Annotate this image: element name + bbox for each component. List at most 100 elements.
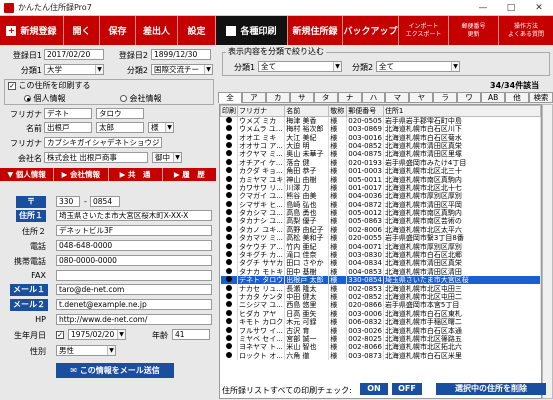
print-dot-icon[interactable] [225,158,232,165]
birth-check[interactable]: ✓ [56,330,64,339]
tab-kana[interactable]: 全 [218,92,242,103]
print-dot-icon[interactable] [225,125,232,132]
table-row[interactable]: オクヤマ ミ... 奥山 未華子様 004-0875 北海道札幌市清田区里塚 [220,150,541,159]
send-mail-button[interactable]: ✉ この情報をメール送信 [56,363,174,378]
print-dot-icon[interactable] [225,351,232,358]
table-row[interactable]: ヨネヤマ ト... 米山 智也様 002-8066 北海道札幌市北区拓北六 [220,343,541,352]
table-row[interactable]: カクダ キョ... 角田 恭子様 001-0003 北海道札幌市北区北三十 [220,166,541,176]
fax-field[interactable] [56,270,212,281]
print-dot-icon[interactable] [225,318,232,325]
sex-select[interactable]: 男性 ▼ [56,345,116,356]
print-dot-icon[interactable] [225,200,232,207]
table-row[interactable]: オチアイ ケ... 落合 健様 020-0193 岩手県盛岡市みたけ4丁目 [220,158,541,167]
hp-field[interactable]: http://www.de-net.com/ [56,314,212,325]
column-header[interactable]: フリガナ [236,105,286,117]
table-row[interactable]: タカノ ユキ... 高野 由紀子様 002-8006 北海道札幌市北区太平六 [220,225,541,235]
minimize-button[interactable]: — [469,0,497,16]
tab-personal[interactable]: ▼ 個人情報 [0,168,55,181]
print-dot-icon[interactable] [225,209,232,216]
tab-history[interactable]: ▶ 履 歴 [163,168,216,181]
tab-kana[interactable]: 検索 [528,92,553,103]
table-row[interactable]: タキグチ カ... 滝口 佳奈様 003-0830 北海道札幌市白石区北郷 [220,250,541,260]
zip-label[interactable]: 〒 [16,196,46,208]
column-header[interactable]: 印刷 [220,105,238,117]
mail2-field[interactable]: t.denet@example.ne.jp [56,299,212,310]
table-row[interactable]: タカナシ ユ... 高梨 優子様 005-0863 北海道札幌市南区芸術の [220,217,541,226]
open-button[interactable]: 開く [64,16,100,45]
settings-button[interactable]: 設定 [178,16,216,45]
print-dot-icon[interactable] [225,276,232,283]
print-button[interactable]: 各種印刷 [216,16,288,45]
delete-selected-button[interactable]: 選択中の住所を削除 [436,383,546,395]
zip1-field[interactable]: 330 [56,196,80,207]
new-addressbook-button[interactable]: 新規住所録 [288,16,343,45]
tab-kana[interactable]: カ [265,92,290,103]
print-dot-icon[interactable] [225,309,232,316]
tab-kana[interactable]: ワ [457,92,482,103]
print-dot-icon[interactable] [225,192,232,199]
company-radio-dot[interactable] [120,95,127,102]
print-dot-icon[interactable] [225,267,232,274]
table-row[interactable]: オオサコ ア... 大迫 明様 004-0852 北海道札幌市清田区真栄 [220,141,541,151]
furigana-first-field[interactable]: タロウ [96,108,144,119]
mail1-label[interactable]: メール１ [10,284,48,296]
close-button[interactable]: ✕ [525,0,553,16]
backup-button[interactable]: バックアップ [343,16,399,45]
print-dot-icon[interactable] [225,175,232,182]
table-row[interactable]: ニシジマ ユ... 西島 悠里様 020-0866 岩手県盛岡市本宮5丁目 [220,301,541,310]
table-row[interactable]: タカマツ ミ... 高松 美和子様 020-0055 岩手県盛岡市繋3丁目8番 [220,234,541,243]
personal-radio[interactable]: 個人情報 [24,93,66,104]
postal-update-button[interactable]: 郵便番号 更新 [449,16,499,45]
tab-kana[interactable]: ア [241,92,266,103]
print-all-off-button[interactable]: OFF [392,383,422,395]
print-dot-icon[interactable] [225,293,232,299]
mobile-field[interactable]: 080-0000-0000 [56,255,212,266]
cat1-select[interactable]: 大学 ▼ [44,64,104,75]
table-row[interactable]: カワサワ リ... 川澤 力様 001-0017 北海道札幌市北区北十七 [220,183,541,193]
print-dot-icon[interactable] [225,343,232,350]
birth-select[interactable]: 1975/02/20 ▼ [68,329,126,340]
import-export-button[interactable]: インポート エクスポート [399,16,449,45]
tab-common[interactable]: ▶ 共 通 [109,168,163,181]
print-dot-icon[interactable] [225,225,232,232]
table-row[interactable]: カミヤマ ユキ 神山 由樹様 005-0011 北海道札幌市南区真駒内 [220,175,541,184]
tab-kana[interactable]: マ [385,92,410,103]
addr2-field[interactable]: デネットビル3F [56,225,212,236]
tab-kana[interactable]: ナ [337,92,362,103]
table-row[interactable]: タカシマ ユ... 高島 勇也様 005-0012 北海道札幌市南区真駒内 [220,208,541,218]
table-row[interactable]: キモト カロク 木元 可録様 006-0832 北海道札幌市手稲区曙二 [220,317,541,327]
tab-kana[interactable]: AB [481,92,506,103]
print-checkbox[interactable]: ✓ この住所を印刷する [8,80,91,91]
sender-button[interactable]: 差出人 [136,16,178,45]
personal-radio-dot[interactable] [24,95,31,102]
cat2-select[interactable]: 国際交流チー ▼ [151,64,213,75]
print-dot-icon[interactable] [225,141,232,148]
table-row[interactable]: ミヤベ セイ... 宮部 誠一様 002-8025 北海道札幌市北区篠路五 [220,334,541,344]
mail2-label[interactable]: メール２ [10,299,48,311]
print-dot-icon[interactable] [225,217,232,224]
print-dot-icon[interactable] [225,167,232,174]
zip2-field[interactable]: 0854 [90,196,120,207]
reg1-field[interactable]: 2017/02/20 [44,49,104,60]
print-dot-icon[interactable] [225,251,232,258]
tab-kana[interactable]: ハ [361,92,386,103]
tel-field[interactable]: 048-648-0000 [56,240,212,251]
print-dot-icon[interactable] [225,133,232,140]
company-honorific-select[interactable]: 御中 ▼ [152,152,182,163]
furigana-last-field[interactable]: デネト [44,108,92,119]
table-row[interactable]: オオエ ミキ 大江 美紀様 003-0016 北海道札幌市白石区菊水 [220,133,541,142]
reg2-field[interactable]: 1899/12/30 [151,49,211,60]
age-field[interactable]: 41 [172,329,210,340]
table-row[interactable]: タナカ モトキ 田中 基樹様 004-0853 北海道札幌市清田区清田 [220,267,541,277]
print-dot-icon[interactable] [225,183,232,190]
table-row[interactable]: シマザキ ヒ... 島崎 弘也様 004-0872 北海道札幌市清田区平岡 [220,200,541,209]
tab-kana[interactable]: ヤ [409,92,434,103]
print-dot-icon[interactable] [225,259,232,266]
print-all-on-button[interactable]: ON [360,383,388,395]
print-dot-icon[interactable] [225,301,232,308]
table-row[interactable]: ウメムラ ユ... 梅村 裕次郎様 003-0869 北海道札幌市白石区川下 [220,125,541,134]
tab-kana[interactable]: 他 [505,92,529,103]
print-dot-icon[interactable] [225,242,232,249]
maximize-button[interactable]: □ [497,0,525,16]
table-row[interactable]: クマガイ ユ... 熊谷 由美様 004-0036 北海道札幌市厚別区厚別 [220,192,541,201]
